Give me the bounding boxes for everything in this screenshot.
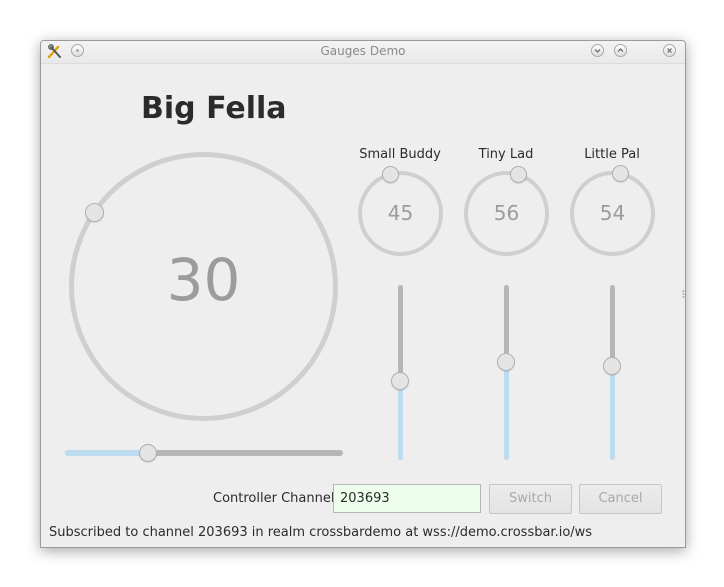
chevron-up-icon (617, 48, 624, 52)
tiny-lad-dial-handle[interactable] (509, 166, 527, 184)
channel-label: Controller Channel: (213, 491, 339, 506)
window-title: Gauges Demo (320, 44, 406, 58)
small-buddy-value: 45 (387, 201, 414, 225)
app-window: Gauges Demo Big Fella 30 Small Buddy Tin… (40, 40, 686, 548)
channel-input[interactable] (333, 484, 481, 513)
big-gauge-title: Big Fella (141, 91, 287, 126)
little-pal-value: 54 (599, 201, 626, 225)
big-gauge-slider-fill (65, 450, 149, 456)
small-buddy-slider-fill (398, 381, 403, 460)
little-pal-label: Little Pal (584, 147, 640, 162)
little-pal-dial-handle[interactable] (611, 165, 629, 183)
minimize-button[interactable] (591, 44, 604, 57)
title-bar[interactable]: Gauges Demo (41, 41, 685, 64)
close-button[interactable] (663, 44, 676, 57)
switch-button[interactable]: Switch (489, 484, 572, 514)
tiny-lad-value: 56 (493, 201, 520, 225)
resize-grip-icon[interactable] (682, 289, 685, 299)
little-pal-slider-fill (610, 365, 615, 460)
status-text: Subscribed to channel 203693 in realm cr… (49, 525, 593, 540)
tiny-lad-slider-fill (504, 362, 509, 460)
small-buddy-dial-handle[interactable] (382, 165, 400, 183)
tiny-lad-slider-handle[interactable] (497, 353, 515, 371)
maximize-button[interactable] (614, 44, 627, 57)
cancel-button[interactable]: Cancel (579, 484, 662, 514)
close-icon (667, 48, 672, 53)
tiny-lad-label: Tiny Lad (478, 147, 534, 162)
little-pal-slider-handle[interactable] (603, 356, 621, 375)
chevron-down-icon (594, 49, 601, 53)
big-gauge-dial-handle[interactable] (84, 203, 104, 223)
big-gauge-value: 30 (166, 246, 241, 314)
big-gauge-slider-handle[interactable] (139, 444, 158, 462)
small-buddy-label: Small Buddy (359, 147, 441, 162)
small-buddy-slider-handle[interactable] (391, 372, 409, 391)
